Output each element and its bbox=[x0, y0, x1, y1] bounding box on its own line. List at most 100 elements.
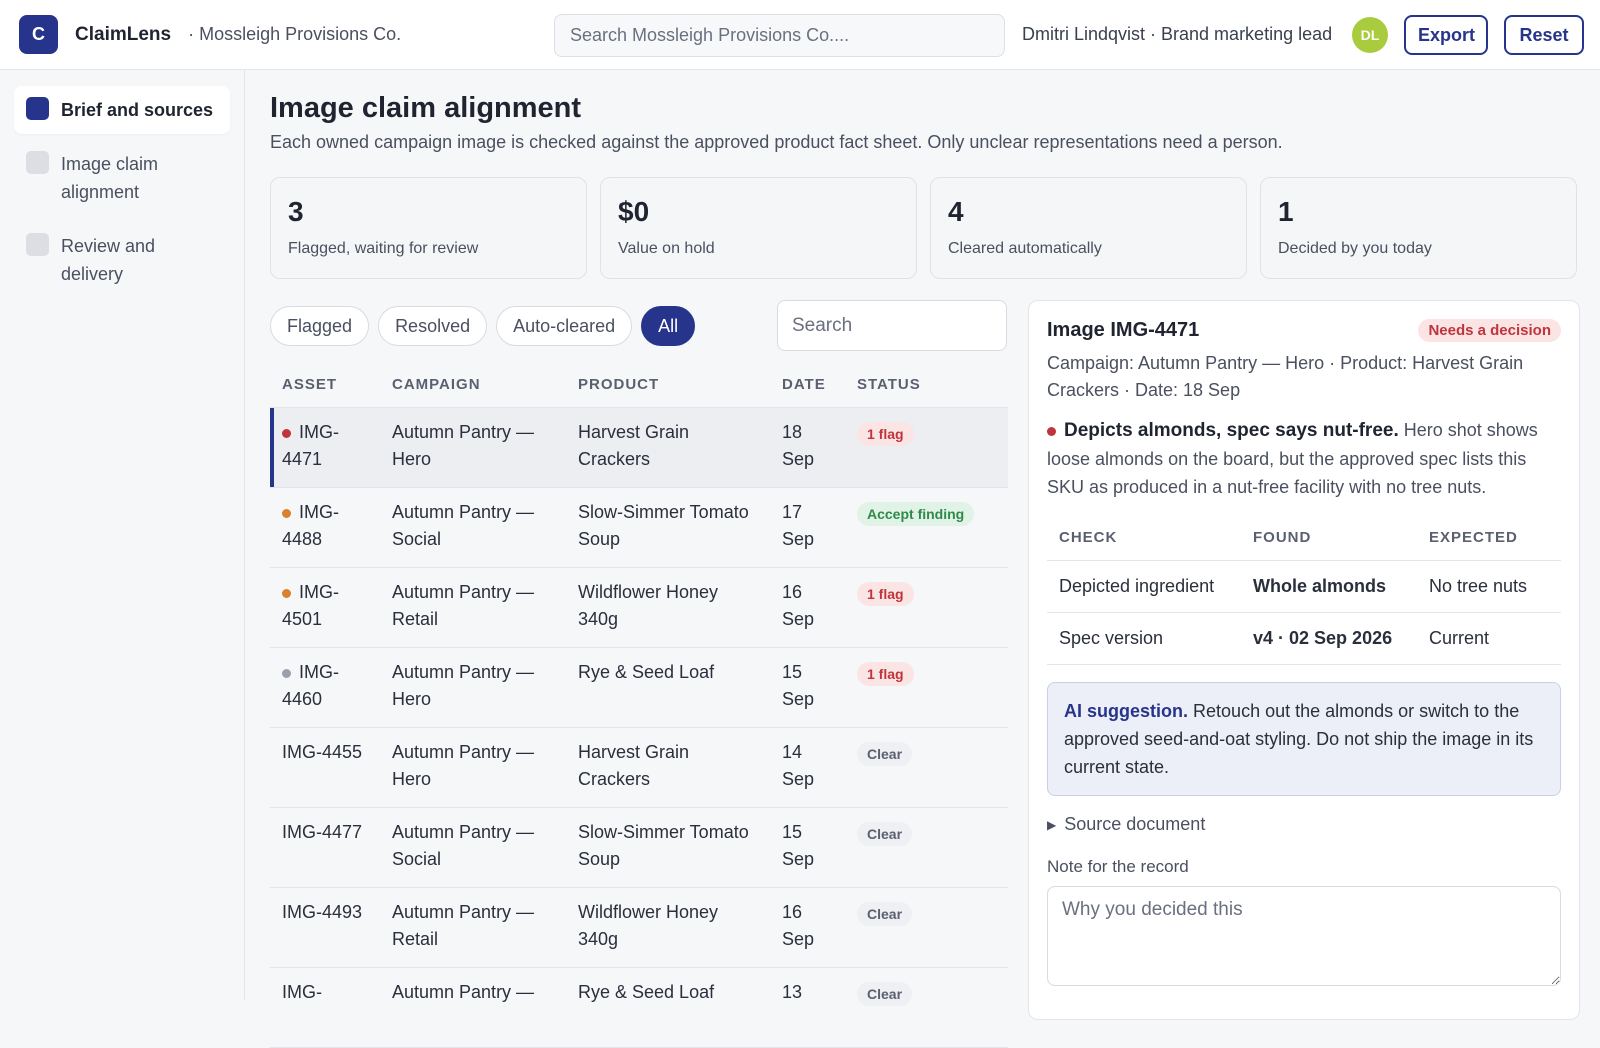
source-document-toggle[interactable]: ▶ Source document bbox=[1047, 814, 1561, 835]
status-cell: Clear bbox=[845, 727, 1008, 808]
table-row[interactable]: IMG-4471 Autumn Pantry — Hero Harvest Grai… bbox=[270, 407, 1008, 488]
table-search-input[interactable] bbox=[777, 300, 1007, 351]
product-text: Wildflower Honey 340g bbox=[578, 902, 719, 949]
status-badge: Clear bbox=[857, 982, 913, 1006]
status-badge: Accept finding bbox=[857, 502, 975, 526]
detail-meta: Campaign: Autumn Pantry — Hero · Product… bbox=[1047, 353, 1524, 400]
table-row[interactable]: IMG-4488 Autumn Pantry — Social Slow-Simme… bbox=[270, 487, 1008, 568]
detail-title: Image IMG-4471 bbox=[1047, 319, 1200, 341]
filter-chips: Flagged Resolved Auto-cleared All bbox=[270, 306, 696, 346]
global-search-input[interactable] bbox=[554, 14, 1005, 57]
sidebar-item-label: Review and delivery bbox=[61, 236, 156, 284]
export-button[interactable]: Export bbox=[1404, 15, 1488, 55]
status-cell: 1 flag bbox=[845, 567, 1008, 648]
check-expected: No tree nuts bbox=[1417, 560, 1561, 613]
product-text: Rye & Seed Loaf bbox=[578, 662, 715, 682]
filter-all[interactable]: All bbox=[641, 306, 696, 346]
table-row[interactable]: IMG-4460 Autumn Pantry — Hero Rye & Seed L… bbox=[270, 647, 1008, 728]
table-row[interactable]: IMG-4501 Autumn Pantry — Retail Wildflower… bbox=[270, 567, 1008, 648]
column-header-date[interactable]: DATE bbox=[770, 360, 845, 408]
note-label: Note for the record bbox=[1047, 857, 1189, 876]
severity-dot-icon bbox=[282, 428, 291, 438]
asset-cell: IMG-4493 bbox=[270, 887, 380, 968]
date-text: 15 Sep bbox=[782, 822, 815, 869]
severity-dot-icon bbox=[1047, 426, 1056, 436]
table-row[interactable]: IMG-4477 Autumn Pantry — Social Slow-Simme… bbox=[270, 807, 1008, 888]
avatar[interactable]: DL bbox=[1352, 17, 1388, 53]
step-icon bbox=[26, 97, 49, 120]
caret-right-icon: ▶ bbox=[1047, 817, 1057, 832]
product-cell: Slow-Simmer Tomato Soup bbox=[566, 807, 770, 888]
filter-flagged[interactable]: Flagged bbox=[270, 306, 370, 346]
status-cell: 1 flag bbox=[845, 407, 1008, 488]
column-header-asset[interactable]: ASSET bbox=[270, 360, 380, 408]
filter-auto-cleared[interactable]: Auto-cleared bbox=[496, 306, 633, 346]
stats-row: 3 Flagged, waiting for review $0 Value o… bbox=[270, 177, 1577, 279]
asset-id: IMG-4493 bbox=[282, 902, 363, 922]
campaign-text: Autumn Pantry — Retail bbox=[392, 902, 535, 949]
note-input[interactable] bbox=[1047, 886, 1561, 986]
status-badge: 1 flag bbox=[857, 582, 914, 606]
date-text: 13 bbox=[782, 982, 803, 1002]
user-label: Dmitri Lindqvist · Brand marketing lead bbox=[1022, 24, 1333, 44]
status-cell: Clear bbox=[845, 807, 1008, 888]
stat-label: Flagged, waiting for review bbox=[288, 240, 479, 257]
check-found: Whole almonds bbox=[1241, 560, 1417, 613]
campaign-text: Autumn Pantry — Social bbox=[392, 822, 535, 869]
date-text: 18 Sep bbox=[782, 422, 815, 469]
campaign-text: Autumn Pantry — bbox=[392, 982, 535, 1002]
status-badge: 1 flag bbox=[857, 662, 914, 686]
status-badge: Clear bbox=[857, 742, 913, 766]
page-title: Image claim alignment bbox=[270, 92, 582, 124]
asset-cell: IMG-4477 bbox=[270, 807, 380, 888]
status-cell: Clear bbox=[845, 887, 1008, 968]
checks-row: Spec version v4 · 02 Sep 2026 Current bbox=[1047, 612, 1561, 665]
severity-dot-icon bbox=[282, 588, 291, 598]
asset-cell: IMG-4460 bbox=[270, 647, 380, 728]
table-row[interactable]: IMG- Autumn Pantry — Rye & Seed Loaf 13 Clea… bbox=[270, 967, 1008, 1048]
campaign-cell: Autumn Pantry — Hero bbox=[380, 407, 566, 488]
date-cell: 17 Sep bbox=[770, 487, 845, 568]
asset-id: IMG-4488 bbox=[282, 502, 339, 549]
sidebar-item-image-claim-alignment[interactable]: Image claim alignment bbox=[14, 140, 230, 216]
status-cell: 1 flag bbox=[845, 647, 1008, 728]
table-row[interactable]: IMG-4493 Autumn Pantry — Retail Wildflower… bbox=[270, 887, 1008, 968]
status-badge: Needs a decision bbox=[1418, 319, 1561, 342]
status-cell: Clear bbox=[845, 967, 1008, 1048]
step-icon bbox=[26, 233, 49, 256]
column-header-campaign[interactable]: CAMPAIGN bbox=[380, 360, 566, 408]
sidebar-item-brief-and-sources[interactable]: Brief and sources bbox=[14, 86, 230, 134]
stat-card-value-on-hold: $0 Value on hold bbox=[600, 177, 917, 279]
ai-suggestion-label: AI suggestion. bbox=[1064, 701, 1189, 721]
column-header-product[interactable]: PRODUCT bbox=[566, 360, 770, 408]
table-row[interactable]: IMG-4455 Autumn Pantry — Hero Harvest Grai… bbox=[270, 727, 1008, 808]
filter-resolved[interactable]: Resolved bbox=[378, 306, 488, 346]
step-icon bbox=[26, 151, 49, 174]
stat-value: 3 bbox=[288, 196, 304, 227]
date-text: 15 Sep bbox=[782, 662, 815, 709]
app-logo[interactable]: C bbox=[19, 15, 58, 54]
asset-cell: IMG- bbox=[270, 967, 380, 1048]
sidebar-item-review-and-delivery[interactable]: Review and delivery bbox=[14, 222, 230, 298]
product-cell: Harvest Grain Crackers bbox=[566, 727, 770, 808]
reset-button[interactable]: Reset bbox=[1504, 15, 1584, 55]
column-header-status[interactable]: STATUS bbox=[845, 360, 1008, 408]
campaign-text: Autumn Pantry — Hero bbox=[392, 742, 535, 789]
app-name: ClaimLens bbox=[75, 23, 172, 45]
product-cell: Wildflower Honey 340g bbox=[566, 887, 770, 968]
product-text: Rye & Seed Loaf bbox=[578, 982, 715, 1002]
stat-value: $0 bbox=[618, 196, 650, 227]
product-text: Slow-Simmer Tomato Soup bbox=[578, 502, 749, 549]
checks-header-found: FOUND bbox=[1241, 515, 1417, 561]
campaign-text: Autumn Pantry — Hero bbox=[392, 662, 535, 709]
ai-suggestion: AI suggestion. Retouch out the almonds o… bbox=[1047, 682, 1561, 796]
asset-cell: IMG-4501 bbox=[270, 567, 380, 648]
stat-value: 1 bbox=[1278, 196, 1294, 227]
check-found: v4 · 02 Sep 2026 bbox=[1241, 612, 1417, 665]
check-expected: Current bbox=[1417, 612, 1561, 665]
top-bar: C ClaimLens · Mossleigh Provisions Co. D… bbox=[0, 0, 1600, 70]
campaign-cell: Autumn Pantry — Hero bbox=[380, 727, 566, 808]
asset-id: IMG- bbox=[282, 982, 322, 1002]
source-document-label: Source document bbox=[1064, 814, 1206, 834]
date-cell: 15 Sep bbox=[770, 807, 845, 888]
